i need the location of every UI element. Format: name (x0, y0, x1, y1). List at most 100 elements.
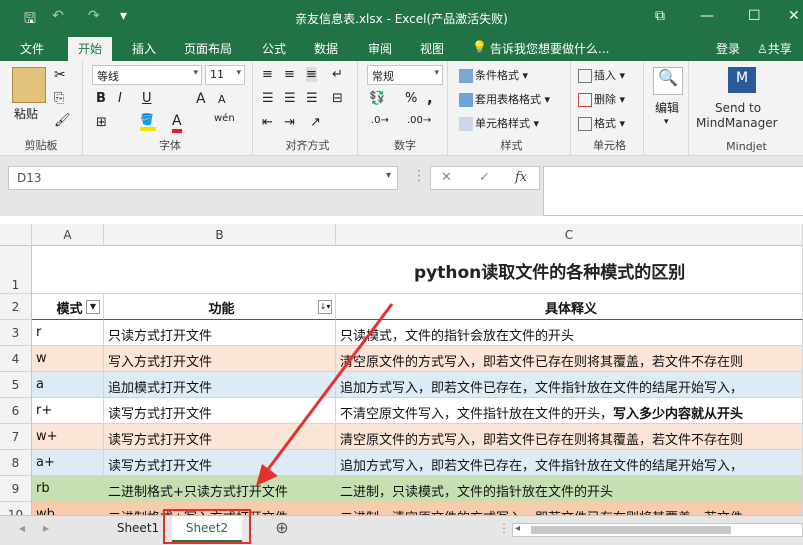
italic-button[interactable]: I (118, 91, 122, 106)
row-header[interactable]: 2 (0, 294, 32, 320)
orientation-icon[interactable]: ↗ (310, 115, 321, 130)
tab-file[interactable]: 文件 (20, 40, 44, 57)
conditional-format-button[interactable]: 条件格式 ▾ (459, 67, 528, 83)
desc-cell[interactable]: 不清空原文件写入，文件指针放在文件的开头，写入多少内容就从开头 (336, 398, 803, 424)
name-box[interactable]: D13 ▾ (8, 166, 398, 190)
tab-review[interactable]: 审阅 (368, 40, 392, 57)
func-cell[interactable]: 二进制格式+只读方式打开文件 (104, 476, 336, 502)
restore-button[interactable]: ☐ (748, 8, 761, 24)
minimize-button[interactable]: — (700, 8, 714, 24)
mode-cell[interactable]: a (32, 372, 104, 398)
insert-function-icon[interactable]: fx (515, 170, 527, 185)
row-header[interactable]: 4 (0, 346, 32, 372)
number-format-select[interactable]: 常规 ▾ (367, 65, 443, 85)
shrink-font-button[interactable]: A (218, 93, 226, 106)
column-header-c[interactable]: C (336, 224, 803, 246)
sheet-tab-sheet1[interactable]: Sheet1 (108, 516, 168, 542)
percent-button[interactable]: % (405, 91, 417, 106)
row-header[interactable]: 1 (0, 246, 32, 294)
mode-cell[interactable]: r (32, 320, 104, 346)
row-header[interactable]: 3 (0, 320, 32, 346)
row-header[interactable]: 6 (0, 398, 32, 424)
desc-cell[interactable]: 追加方式写入，即若文件已存在，文件指针放在文件的结尾开始写入， (336, 450, 803, 476)
tab-page-layout[interactable]: 页面布局 (184, 40, 232, 57)
align-middle-icon[interactable]: ≡ (284, 67, 295, 82)
tab-insert[interactable]: 插入 (132, 40, 156, 57)
mindmanager-label[interactable]: MindManager (696, 116, 778, 130)
paste-button[interactable]: 粘贴 (14, 105, 38, 122)
add-sheet-button[interactable]: ⊕ (270, 516, 294, 542)
tell-me-box[interactable]: 告诉我您想要做什么... (490, 40, 609, 57)
column-header-a[interactable]: A (32, 224, 104, 246)
tab-view[interactable]: 视图 (420, 40, 444, 57)
func-cell[interactable]: 读写方式打开文件 (104, 424, 336, 450)
formula-input[interactable] (543, 166, 803, 216)
border-icon[interactable]: ⊞ (96, 115, 107, 130)
underline-button[interactable]: U (142, 91, 152, 106)
send-to-label[interactable]: Send to (715, 101, 761, 115)
mode-cell[interactable]: w+ (32, 424, 104, 450)
mode-cell[interactable]: rb (32, 476, 104, 502)
func-cell[interactable]: 追加模式打开文件 (104, 372, 336, 398)
drag-handle-icon[interactable]: ⋮ (412, 168, 426, 184)
mode-cell[interactable]: w (32, 346, 104, 372)
sort-filter-icon[interactable]: ↓▾ (318, 300, 332, 314)
row-header[interactable]: 5 (0, 372, 32, 398)
scrollbar-thumb[interactable] (531, 526, 731, 534)
desc-cell[interactable]: 清空原文件的方式写入，即若文件已存在则将其覆盖，若文件不存在则 (336, 346, 803, 372)
search-icon[interactable]: 🔍 (653, 67, 683, 95)
login-link[interactable]: 登录 (716, 40, 740, 57)
mindmanager-icon[interactable]: M (728, 67, 756, 93)
chevron-down-icon[interactable]: ▾ (386, 170, 391, 181)
desc-cell[interactable]: 二进制，清空原文件的方式写入，即若文件已存在则将其覆盖，若文件 (336, 502, 803, 515)
copy-icon[interactable]: ⎘ (54, 91, 64, 106)
scroll-right-icon[interactable]: ▸ (36, 516, 56, 542)
delete-cells-button[interactable]: 删除 ▾ (578, 91, 625, 107)
insert-cells-button[interactable]: 插入 ▾ (578, 67, 625, 83)
filter-dropdown-icon[interactable]: ▼ (86, 300, 100, 314)
format-painter-icon[interactable]: 🖌 (54, 113, 71, 128)
close-button[interactable]: ✕ (788, 8, 800, 24)
func-cell[interactable]: 读写方式打开文件 (104, 450, 336, 476)
splitter-handle-icon[interactable]: ⋮ (498, 516, 510, 542)
scroll-left-icon[interactable]: ◂ (12, 516, 32, 542)
increase-decimal-icon[interactable]: .0→ (371, 115, 389, 126)
tab-home[interactable]: 开始 (68, 37, 113, 61)
func-cell[interactable]: 读写方式打开文件 (104, 398, 336, 424)
edit-button[interactable]: 编辑 (655, 99, 679, 116)
mode-cell[interactable]: wb (32, 502, 104, 515)
mode-cell[interactable]: a+ (32, 450, 104, 476)
font-color-button[interactable]: A (172, 113, 182, 133)
format-as-table-button[interactable]: 套用表格格式 ▾ (459, 91, 550, 107)
grow-font-button[interactable]: A (196, 91, 206, 107)
wrap-text-icon[interactable]: ↵ (332, 67, 343, 82)
decrease-decimal-icon[interactable]: .00→ (407, 115, 431, 126)
format-cells-button[interactable]: 格式 ▾ (578, 115, 625, 131)
decrease-indent-icon[interactable]: ⇤ (262, 115, 273, 130)
align-bottom-icon[interactable]: ≡ (306, 67, 317, 82)
ribbon-display-icon[interactable]: ⧉ (655, 8, 665, 24)
header-func-cell[interactable]: 功能 (104, 294, 336, 320)
tab-data[interactable]: 数据 (314, 40, 338, 57)
merge-icon[interactable]: ⊟ (332, 91, 343, 106)
fill-color-icon[interactable]: 🪣 (140, 113, 156, 131)
cell-styles-button[interactable]: 单元格样式 ▾ (459, 115, 539, 131)
desc-cell[interactable]: 二进制，只读模式，文件的指针放在文件的开头 (336, 476, 803, 502)
increase-indent-icon[interactable]: ⇥ (284, 115, 295, 130)
header-desc-cell[interactable]: 具体释义 (336, 294, 803, 320)
font-size-select[interactable]: 11 ▾ (205, 65, 245, 85)
column-header-b[interactable]: B (104, 224, 336, 246)
desc-cell[interactable]: 追加方式写入，即若文件已存在，文件指针放在文件的结尾开始写入， (336, 372, 803, 398)
share-button[interactable]: ♙共享 (757, 40, 792, 57)
tab-formulas[interactable]: 公式 (262, 40, 286, 57)
phonetic-button[interactable]: wén (214, 113, 235, 124)
desc-cell[interactable]: 只读模式，文件的指针会放在文件的开头 (336, 320, 803, 346)
currency-icon[interactable]: 💱 (369, 91, 385, 106)
align-top-icon[interactable]: ≡ (262, 67, 273, 82)
mode-cell[interactable]: r+ (32, 398, 104, 424)
row-header[interactable]: 10 (0, 502, 32, 515)
horizontal-scrollbar[interactable]: ◂ (512, 523, 803, 537)
align-left-icon[interactable]: ☰ (262, 91, 274, 106)
select-all-corner[interactable] (0, 224, 32, 246)
cut-icon[interactable]: ✂ (54, 67, 66, 83)
